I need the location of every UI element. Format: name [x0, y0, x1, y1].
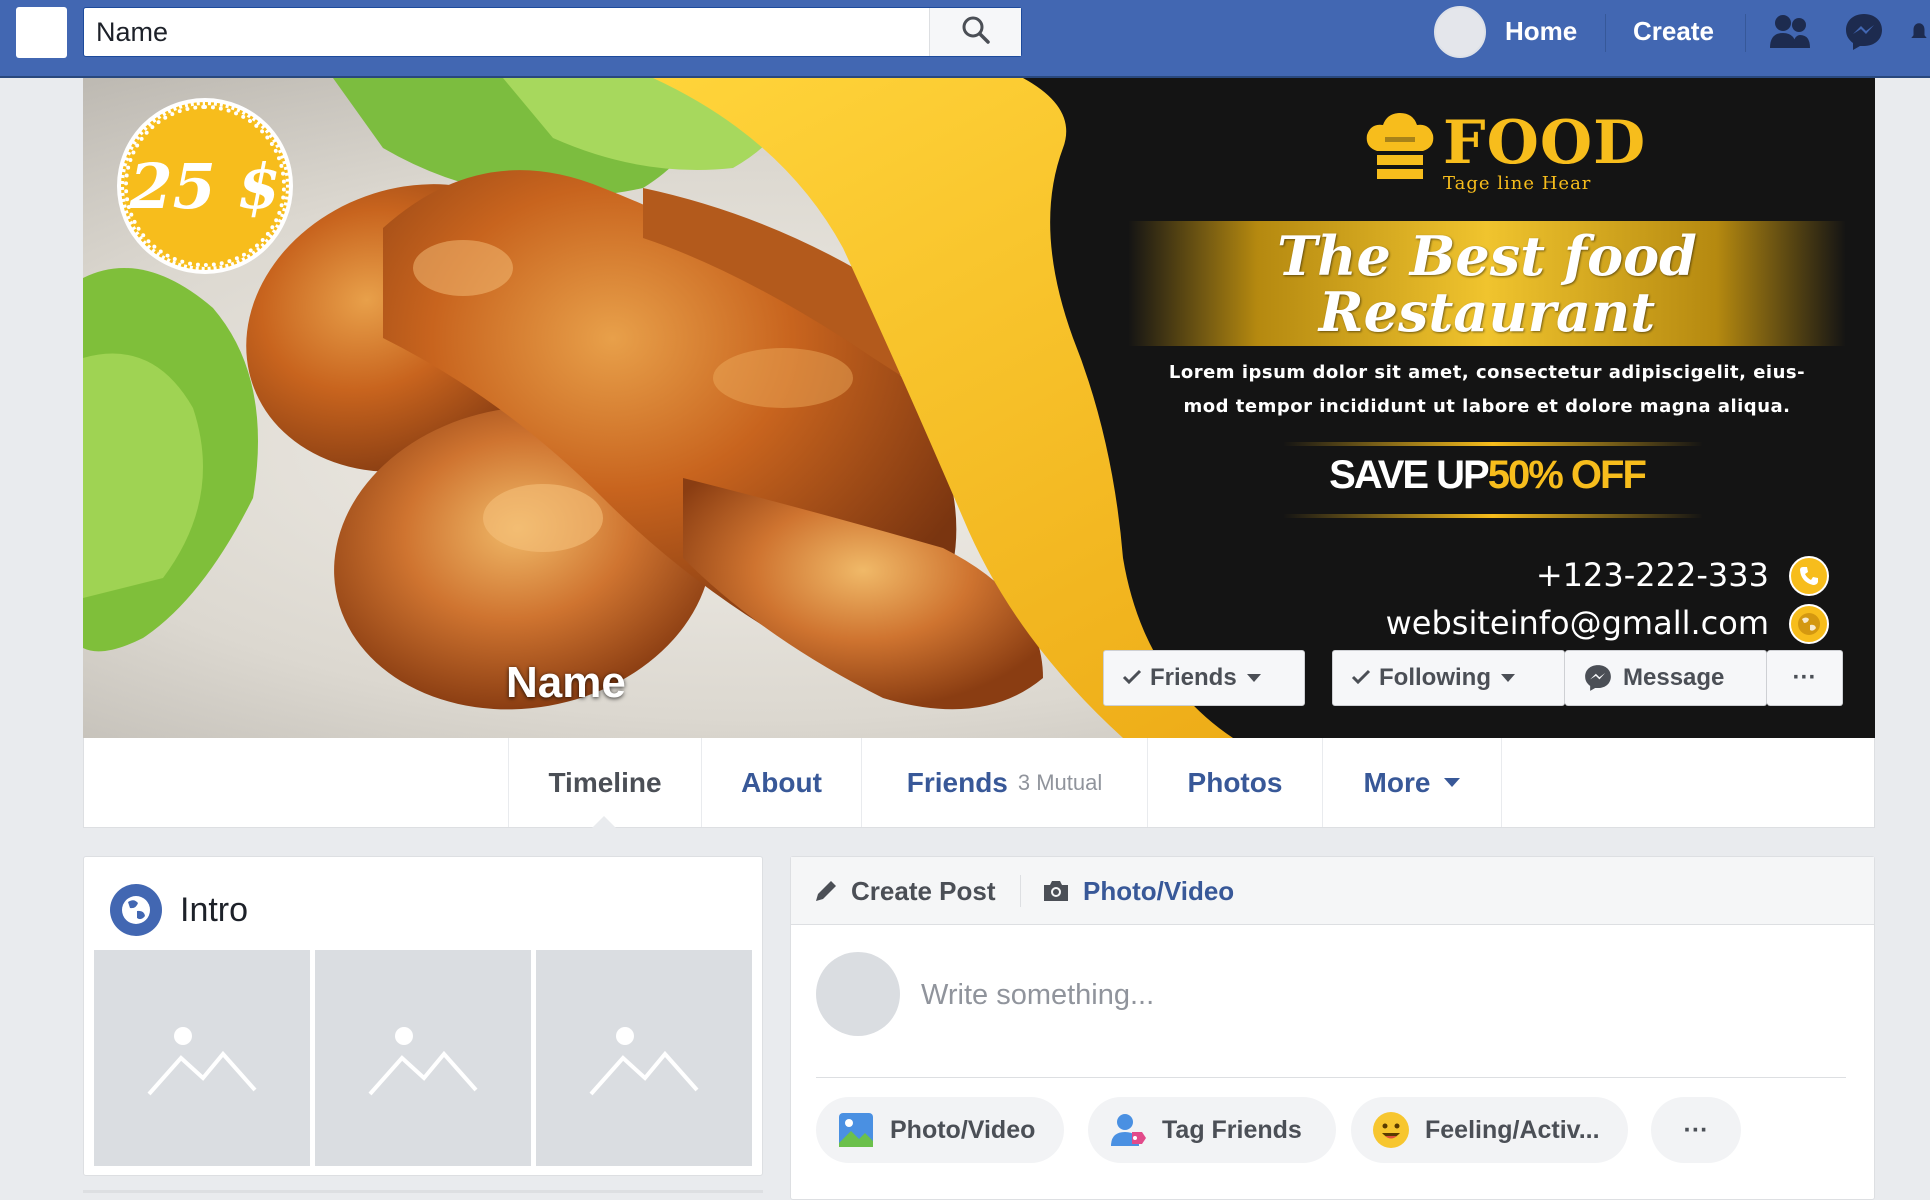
- search-box: [83, 7, 1022, 57]
- message-button[interactable]: Message: [1565, 650, 1767, 706]
- next-card-edge: [83, 1190, 763, 1193]
- logo-placeholder[interactable]: [16, 7, 67, 58]
- profile-avatar[interactable]: [1434, 6, 1486, 58]
- intro-title: Intro: [180, 891, 249, 929]
- more-options-button[interactable]: ···: [1767, 650, 1843, 706]
- tag-friends-icon: [1108, 1110, 1148, 1150]
- more-options-label: ···: [1792, 664, 1817, 691]
- checkmark-icon: [1122, 664, 1142, 692]
- brand-logo: FOOD Tage line Hear: [1363, 111, 1646, 201]
- search-icon: [961, 15, 991, 50]
- checkmark-icon: [1351, 664, 1371, 692]
- profile-tabs: Timeline About Friends 3 Mutual Photos M…: [83, 738, 1875, 828]
- search-input[interactable]: [84, 8, 924, 56]
- messenger-icon: [1583, 663, 1613, 693]
- post-header-divider: [1020, 875, 1021, 907]
- create-post-label: Create Post: [851, 875, 996, 906]
- pencil-icon: [813, 878, 839, 904]
- globe-icon: [1789, 604, 1829, 644]
- tab-friends-label: Friends: [906, 766, 1008, 798]
- photo-video-action[interactable]: Photo/Video: [816, 1097, 1064, 1163]
- brand-tagline: Tage line Hear: [1443, 173, 1592, 194]
- messenger-icon[interactable]: [1842, 10, 1886, 54]
- photo-video-tab-label: Photo/Video: [1083, 875, 1235, 906]
- camera-icon: [1041, 878, 1071, 904]
- save-offer-percent: 50% OFF: [1487, 453, 1647, 497]
- create-post-card: Create Post Photo/Video Photo/Video Tag …: [790, 856, 1875, 1200]
- tab-divider: [1501, 738, 1502, 827]
- user-avatar: [816, 952, 900, 1036]
- tab-more[interactable]: More: [1322, 738, 1501, 827]
- intro-photo-placeholder[interactable]: [536, 950, 752, 1166]
- more-actions-label: ···: [1683, 1115, 1709, 1144]
- create-post-tab[interactable]: Create Post: [813, 857, 996, 925]
- chevron-down-icon: [1444, 778, 1461, 787]
- chevron-down-icon: [1246, 674, 1261, 682]
- nav-divider: [1745, 14, 1746, 52]
- tab-photos-label: Photos: [1187, 766, 1283, 798]
- friend-requests-icon[interactable]: [1768, 10, 1812, 54]
- image-placeholder-icon: [589, 1027, 699, 1096]
- feeling-activity-label: Feeling/Activ...: [1425, 1115, 1600, 1144]
- headline-line-2: Restaurant: [1318, 280, 1656, 344]
- tab-about-label: About: [741, 766, 822, 798]
- save-divider-top: [1283, 442, 1703, 446]
- search-button[interactable]: [929, 8, 1021, 56]
- profile-name: Name: [506, 658, 626, 707]
- nav-create-link[interactable]: Create: [1633, 14, 1714, 48]
- friends-button[interactable]: Friends: [1103, 650, 1305, 706]
- smiley-icon: [1371, 1110, 1411, 1150]
- create-post-header: Create Post Photo/Video: [791, 857, 1874, 925]
- more-actions-button[interactable]: ···: [1651, 1097, 1741, 1163]
- friends-button-label: Friends: [1150, 664, 1237, 691]
- tab-photos[interactable]: Photos: [1147, 738, 1322, 827]
- save-offer: SAVE UP50% OFF: [1128, 453, 1846, 498]
- intro-card: Intro: [83, 856, 763, 1176]
- chef-hat-icon: [1363, 111, 1437, 190]
- image-placeholder-icon: [368, 1027, 478, 1096]
- tag-friends-action[interactable]: Tag Friends: [1088, 1097, 1336, 1163]
- notifications-icon[interactable]: [1908, 10, 1930, 54]
- following-button-label: Following: [1379, 664, 1491, 691]
- post-divider: [816, 1077, 1846, 1078]
- tag-friends-action-label: Tag Friends: [1162, 1115, 1302, 1144]
- tab-about[interactable]: About: [701, 738, 861, 827]
- photo-video-action-label: Photo/Video: [890, 1115, 1036, 1144]
- write-something-input[interactable]: [921, 967, 1821, 1023]
- photo-video-tab[interactable]: Photo/Video: [1041, 857, 1234, 925]
- contact-phone: +123-222-333: [1535, 556, 1769, 594]
- phone-icon: [1789, 556, 1829, 596]
- save-offer-prefix: SAVE UP: [1329, 453, 1490, 497]
- top-navigation-bar: Home Create: [0, 0, 1930, 78]
- price-text: 25 $: [121, 102, 289, 270]
- tab-timeline-label: Timeline: [548, 766, 662, 798]
- cover-headline: The Best food Restaurant: [1128, 228, 1846, 340]
- price-badge: 25 $: [117, 98, 293, 274]
- message-button-label: Message: [1623, 664, 1725, 691]
- intro-photo-placeholder[interactable]: [315, 950, 531, 1166]
- nav-home-link[interactable]: Home: [1505, 14, 1577, 48]
- image-placeholder-icon: [147, 1027, 257, 1096]
- globe-icon: [110, 884, 162, 936]
- tab-timeline[interactable]: Timeline: [508, 738, 701, 827]
- intro-photo-placeholder[interactable]: [94, 950, 310, 1166]
- tab-more-label: More: [1363, 766, 1431, 798]
- description-line-2: mod tempor incididunt ut labore et dolor…: [1183, 396, 1791, 417]
- save-divider-bottom: [1283, 514, 1703, 518]
- contact-email: websiteinfo@gmall.com: [1385, 604, 1769, 642]
- chevron-down-icon: [1500, 674, 1515, 682]
- mutual-friends-count: 3 Mutual: [1017, 769, 1103, 795]
- cover-photo[interactable]: 25 $ FOOD Tage line Hear The Best food R…: [83, 78, 1875, 738]
- description-line-1: Lorem ipsum dolor sit amet, consectetur …: [1168, 362, 1806, 383]
- active-tab-indicator: [592, 816, 616, 828]
- nav-divider: [1605, 14, 1606, 52]
- feeling-activity-action[interactable]: Feeling/Activ...: [1351, 1097, 1628, 1163]
- following-button[interactable]: Following: [1332, 650, 1565, 706]
- photo-icon: [836, 1110, 876, 1150]
- brand-name: FOOD: [1443, 108, 1647, 178]
- headline-line-1: The Best food: [1277, 224, 1697, 288]
- cover-description: Lorem ipsum dolor sit amet, consectetur …: [1128, 356, 1846, 424]
- tab-friends[interactable]: Friends 3 Mutual: [861, 738, 1147, 827]
